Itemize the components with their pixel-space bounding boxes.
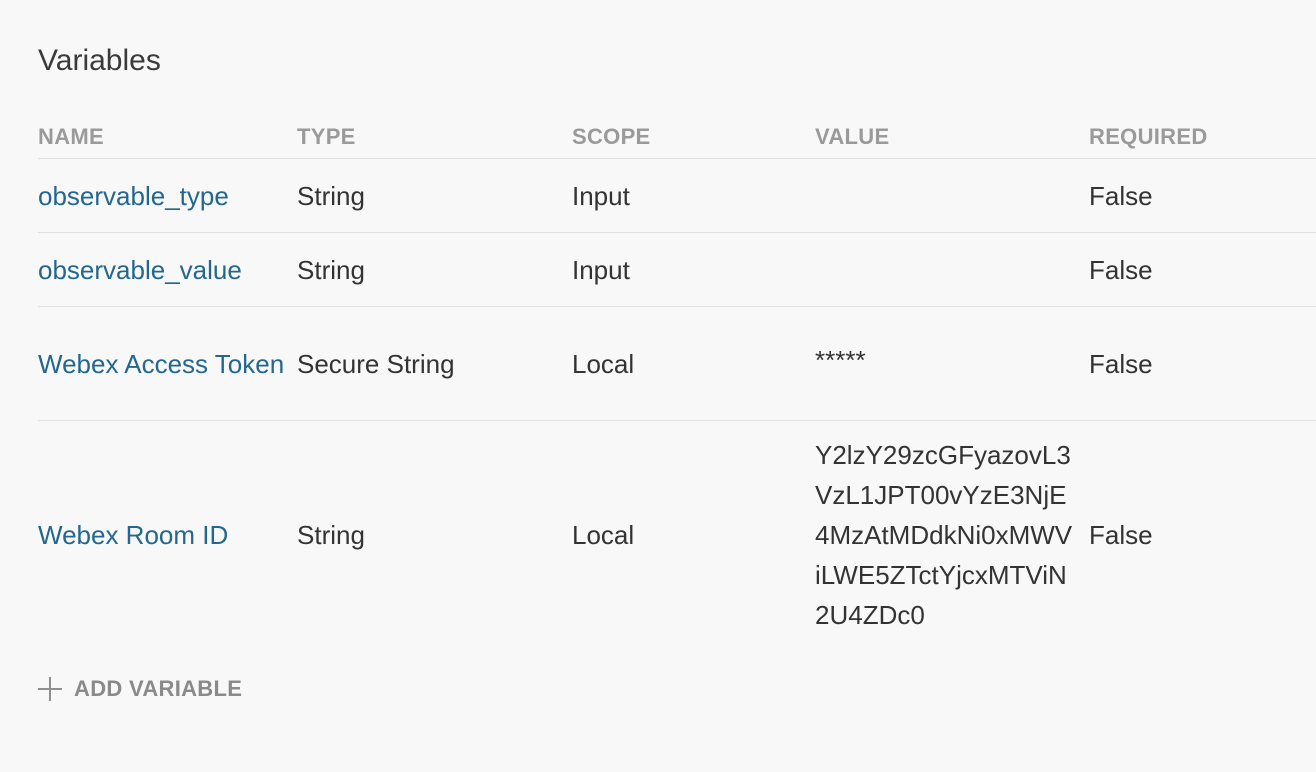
variable-value xyxy=(815,158,1089,233)
variable-value xyxy=(815,232,1089,307)
table-row: observable_value String Input False xyxy=(38,232,1316,307)
variable-type: Secure String xyxy=(297,306,572,421)
variable-name-link[interactable]: Webex Room ID xyxy=(38,520,228,550)
variable-scope: Input xyxy=(572,232,815,307)
table-row: Webex Room ID String Local Y2lzY29zcGFya… xyxy=(38,421,1316,649)
table-row: Webex Access Token Secure String Local *… xyxy=(38,306,1316,421)
table-header-row: NAME TYPE SCOPE VALUE REQUIRED xyxy=(38,116,1316,159)
variable-value: ***** xyxy=(815,306,1089,421)
variable-value-text: ***** xyxy=(815,344,866,375)
column-header-type: TYPE xyxy=(297,116,572,159)
variable-type: String xyxy=(297,519,365,550)
variable-required: False xyxy=(1089,519,1153,550)
variables-panel: Variables NAME TYPE SCOPE VALUE REQUIRED… xyxy=(0,0,1316,772)
variable-scope: Local xyxy=(572,519,635,550)
column-header-value: VALUE xyxy=(815,116,1089,159)
variable-type: String xyxy=(297,232,572,307)
add-variable-label: ADD VARIABLE xyxy=(74,676,243,701)
table-row: observable_type String Input False xyxy=(38,158,1316,233)
variable-name-link[interactable]: Webex Access Token xyxy=(38,349,284,379)
column-header-required: REQUIRED xyxy=(1089,116,1316,159)
variable-name-link[interactable]: observable_type xyxy=(38,181,229,211)
column-header-name: NAME xyxy=(38,116,297,159)
column-header-scope: SCOPE xyxy=(572,116,815,159)
variable-name-link[interactable]: observable_value xyxy=(38,255,242,285)
add-variable-button[interactable]: ADD VARIABLE xyxy=(38,676,242,702)
variable-scope: Input xyxy=(572,158,815,233)
variable-required: False xyxy=(1089,232,1316,307)
variable-type: String xyxy=(297,158,572,233)
variable-value-text: Y2lzY29zcGFyazovL3VzL1JPT00vYzE3NjE4MzAt… xyxy=(815,439,1073,630)
variable-required: False xyxy=(1089,306,1316,421)
variable-scope: Local xyxy=(572,306,815,421)
variable-value: Y2lzY29zcGFyazovL3VzL1JPT00vYzE3NjE4MzAt… xyxy=(815,421,1089,649)
variable-required: False xyxy=(1089,158,1316,233)
section-title: Variables xyxy=(38,44,161,77)
variables-table: NAME TYPE SCOPE VALUE REQUIRED observabl… xyxy=(38,116,1316,648)
plus-icon xyxy=(38,677,62,701)
